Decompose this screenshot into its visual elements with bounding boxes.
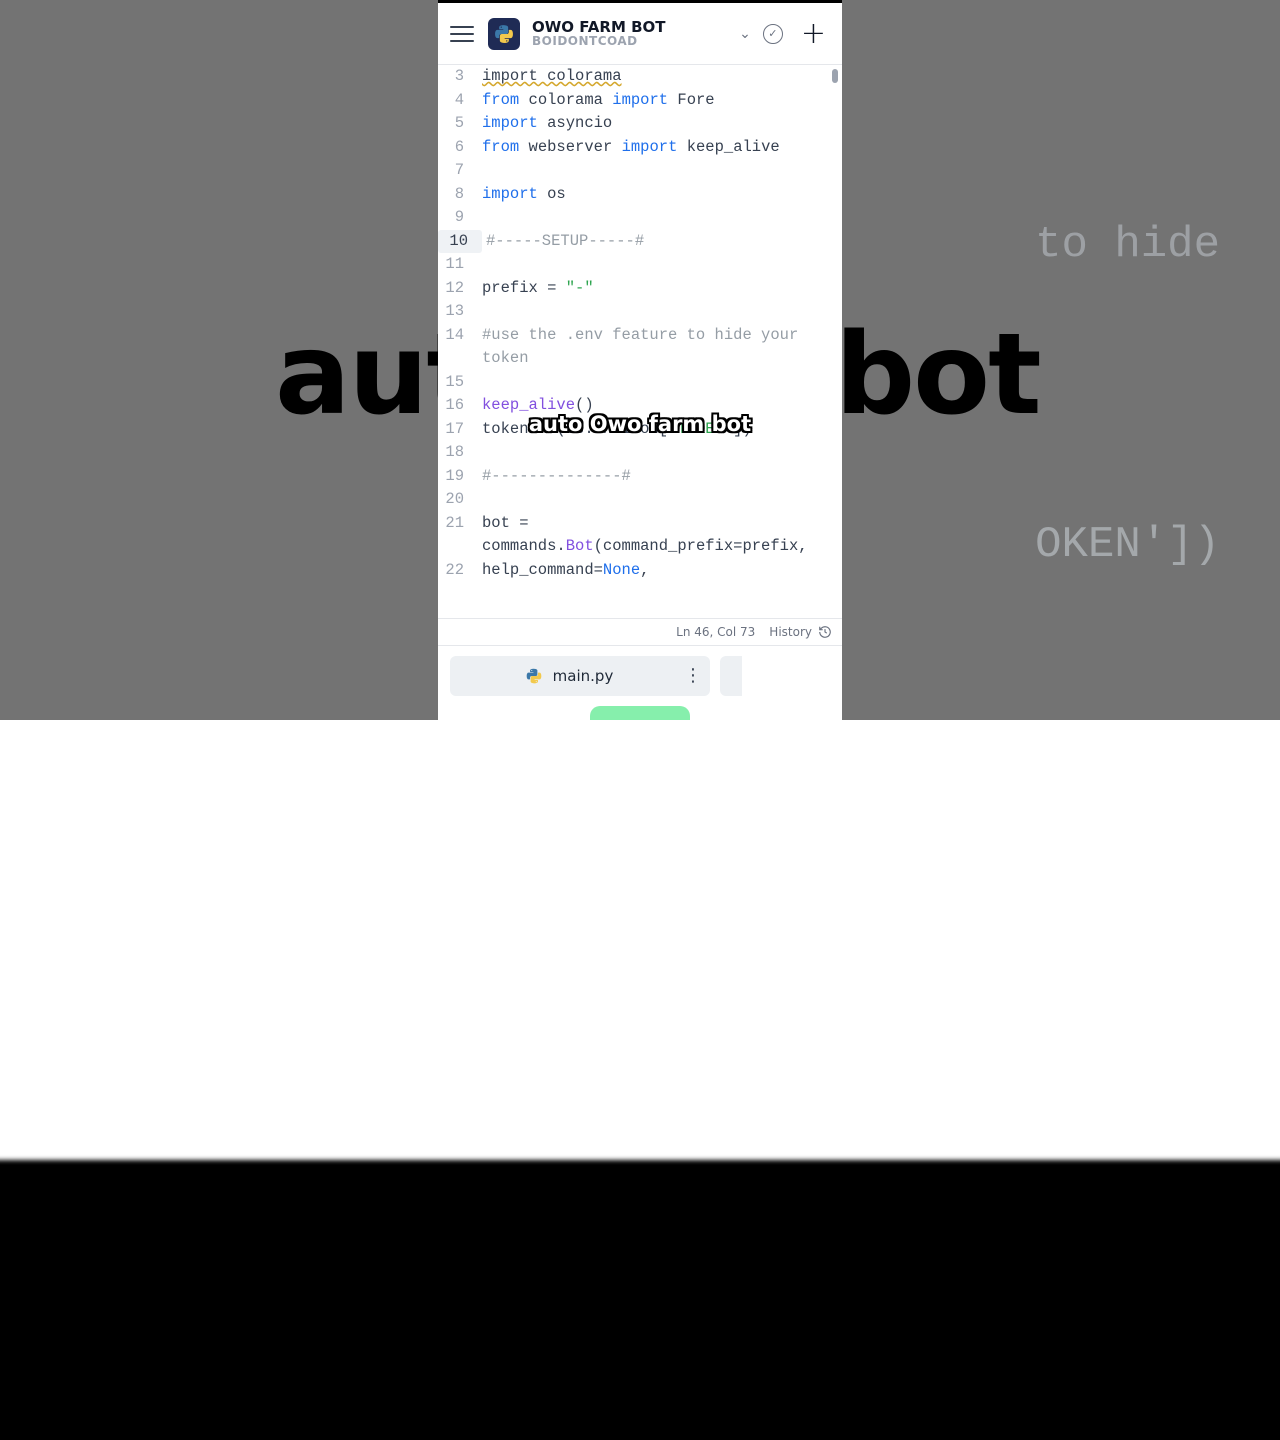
file-tab[interactable]: main.py ⋮ (450, 656, 710, 696)
project-owner: BOIDONTCOAD (532, 35, 727, 48)
app-header: OWO FARM BOT BOIDONTCOAD ⌄ + (438, 3, 842, 65)
check-badge-icon[interactable] (763, 24, 783, 44)
video-caption: auto Owo farm bot (529, 412, 751, 436)
status-bar: Ln 46, Col 73 History (438, 618, 842, 646)
scrollbar-thumb[interactable] (832, 69, 838, 83)
project-icon (488, 18, 520, 50)
python-icon (525, 667, 543, 685)
code-line: import colorama (482, 67, 622, 85)
tab-filename: main.py (553, 667, 614, 685)
tab-bar: main.py ⋮ (438, 646, 842, 706)
next-tab-peek[interactable] (720, 656, 742, 696)
project-title-block[interactable]: OWO FARM BOT BOIDONTCOAD (532, 19, 727, 49)
cursor-position[interactable]: Ln 46, Col 73 (676, 625, 755, 639)
code-editor[interactable]: 3import colorama 4from colorama import F… (438, 65, 842, 618)
app-panel: OWO FARM BOT BOIDONTCOAD ⌄ + 3import col… (438, 0, 842, 720)
project-title: OWO FARM BOT (532, 19, 727, 36)
history-icon (818, 625, 832, 639)
history-button[interactable]: History (769, 625, 832, 639)
run-button[interactable] (590, 706, 690, 720)
menu-icon[interactable] (448, 20, 476, 48)
chevron-down-icon[interactable]: ⌄ (739, 26, 751, 42)
add-button[interactable]: + (795, 16, 832, 51)
tab-menu-icon[interactable]: ⋮ (684, 667, 702, 685)
